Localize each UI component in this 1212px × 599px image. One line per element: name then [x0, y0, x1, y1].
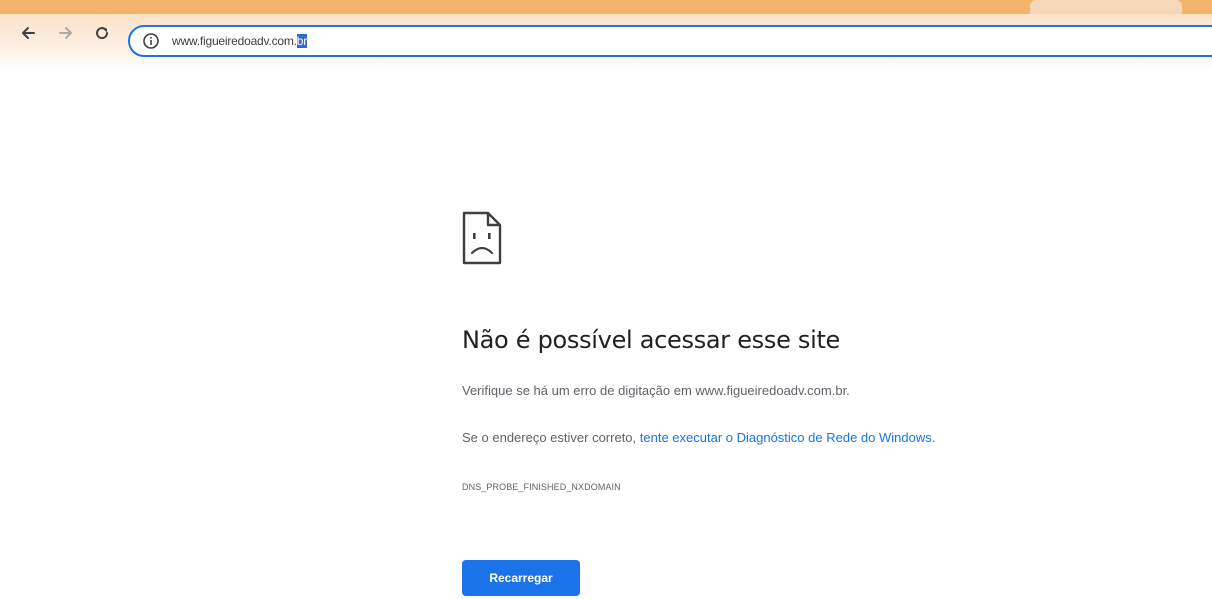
- reload-button[interactable]: [91, 22, 113, 44]
- forward-arrow-icon: [59, 27, 72, 39]
- forward-button[interactable]: [55, 22, 77, 44]
- network-diagnostics-link[interactable]: tente executar o Diagnóstico de Rede do …: [640, 430, 932, 445]
- back-arrow-icon: [22, 27, 35, 39]
- browser-tab[interactable]: [1030, 0, 1182, 14]
- tab-strip: [0, 0, 1212, 14]
- error-message: Verifique se há um erro de digitação em …: [462, 383, 850, 398]
- sad-document-icon: [462, 211, 502, 265]
- url-selected: br: [296, 34, 308, 48]
- error-code: DNS_PROBE_FINISHED_NXDOMAIN: [462, 482, 621, 492]
- info-icon[interactable]: [142, 32, 160, 50]
- back-button[interactable]: [17, 22, 39, 44]
- address-bar[interactable]: www.figueiredoadv.com.br: [128, 25, 1212, 57]
- reload-icon: [96, 27, 109, 40]
- suggestion-text: Se o endereço estiver correto,: [462, 430, 640, 445]
- error-suggestion: Se o endereço estiver correto, tente exe…: [462, 430, 935, 445]
- url-text[interactable]: www.figueiredoadv.com.br: [172, 34, 307, 48]
- url-main: www.figueiredoadv.com.: [172, 34, 297, 48]
- suggestion-period: .: [931, 430, 936, 445]
- reload-page-button[interactable]: Recarregar: [462, 560, 580, 596]
- error-title: Não é possível acessar esse site: [462, 326, 841, 354]
